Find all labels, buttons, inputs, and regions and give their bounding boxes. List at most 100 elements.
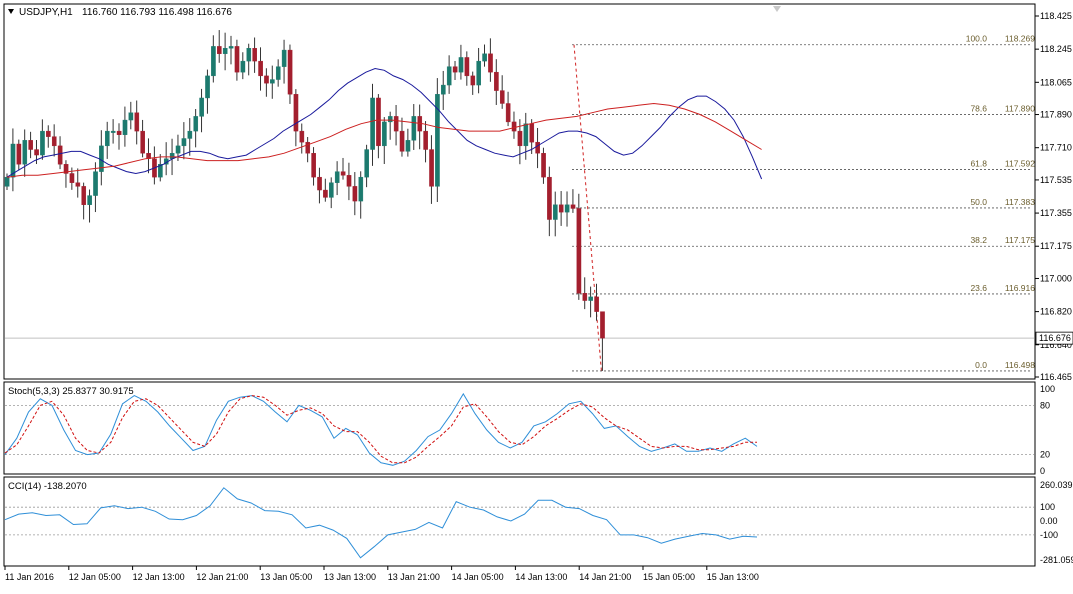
candle-body [87,195,92,205]
candle-body [535,141,540,154]
candle-body [464,57,470,77]
fib-level-price: 117.592 [1005,158,1035,168]
fib-level-percent: 23.6 [970,283,987,293]
candle-body [364,149,369,178]
time-axis-label: 14 Jan 05:00 [452,572,504,582]
candle-body [441,84,446,95]
cci-title: CCI(14) -138.2070 [8,481,87,492]
time-axis-label: 13 Jan 13:00 [324,572,376,582]
candle-body [517,130,523,147]
candle-body [582,292,588,301]
candle-body [334,171,340,183]
time-axis-label: 14 Jan 13:00 [515,572,567,582]
candle-body [299,130,305,143]
candle-body [429,149,434,187]
time-axis-label: 11 Jan 2016 [5,572,54,582]
candle-body [81,186,87,205]
current-price-label: 116.676 [1039,333,1071,343]
chart-background [0,0,1073,589]
candle-body [511,121,517,132]
candle-body [452,66,458,73]
candle-body [246,48,252,62]
time-axis-label: 12 Jan 13:00 [133,572,185,582]
candle-body [594,296,599,312]
candle-body [435,94,440,187]
cci-axis-label: -281.059 [1040,555,1073,565]
candle-body [411,116,417,141]
candle-body [346,175,352,187]
fib-level-percent: 78.6 [970,104,987,114]
candle-body [93,171,98,196]
candle-body [128,112,134,121]
candle-body [51,136,57,147]
candle-body [211,46,216,77]
candle-body [193,116,199,132]
candle-body [140,130,145,154]
fib-level-price: 116.916 [1005,283,1035,293]
fib-level-price: 117.383 [1005,197,1035,207]
candle-body [547,176,552,220]
candle-body [228,46,234,49]
fib-level-percent: 50.0 [970,197,987,207]
fib-level-price: 116.498 [1005,360,1035,370]
candle-body [529,123,535,143]
time-axis-label: 13 Jan 05:00 [260,572,312,582]
candle-body [16,143,22,165]
stoch-title: Stoch(5,3,3) 25.8377 30.9175 [8,386,134,397]
price-axis-label: 117.175 [1040,241,1072,251]
candle-body [393,116,399,132]
price-axis-label: 117.535 [1040,175,1072,185]
candle-body [376,97,381,147]
candle-body [329,182,334,198]
candle-body [570,204,576,209]
candle-body [558,204,564,213]
candle-body [541,153,546,178]
candle-body [476,60,482,86]
candle-body [258,60,263,77]
time-axis-label: 15 Jan 05:00 [643,572,695,582]
fib-level-percent: 0.0 [975,360,987,370]
cci-axis-label: 100 [1040,502,1055,512]
candle-body [482,53,487,62]
candle-body [405,140,411,152]
time-axis-label: 14 Jan 21:00 [579,572,631,582]
fib-level-percent: 38.2 [970,235,987,245]
candle-body [523,123,529,147]
candle-body [488,53,493,73]
candle-body [317,176,322,191]
candle-body [382,121,387,147]
candle-body [181,138,187,147]
candle-body [122,119,128,135]
candle-body [264,75,269,84]
fib-level-percent: 100.0 [966,34,988,44]
stoch-axis-label: 100 [1040,384,1055,394]
candle-body [75,182,81,187]
candle-body [40,130,45,156]
candle-body [287,49,293,95]
candle-body [505,103,511,123]
price-axis-label: 117.355 [1040,208,1072,218]
candle-body [446,66,452,86]
candle-body [370,97,375,150]
fib-level-price: 117.175 [1005,235,1035,245]
price-axis-label: 118.245 [1040,44,1072,54]
candle-body [499,90,505,104]
time-axis-label: 13 Jan 21:00 [388,572,440,582]
chart-canvas: 118.425 118.245 118.065 117.890 117.710 117.5… [0,0,1073,589]
candle-body [116,130,122,135]
candle-body [28,140,33,150]
candle-body [352,186,358,202]
candle-body [187,130,193,139]
price-axis-label: 117.890 [1040,110,1072,120]
candle-body [234,46,240,73]
candle-body [57,145,63,165]
candle-body [340,171,346,176]
price-axis-label: 116.820 [1040,307,1072,317]
candle-body [588,296,594,301]
candle-body [240,60,246,73]
price-axis-label: 117.000 [1040,273,1072,283]
candle-body [205,75,210,99]
cci-axis-label: 260.039 [1040,480,1073,490]
candle-body [69,173,75,183]
candle-body [311,153,316,178]
